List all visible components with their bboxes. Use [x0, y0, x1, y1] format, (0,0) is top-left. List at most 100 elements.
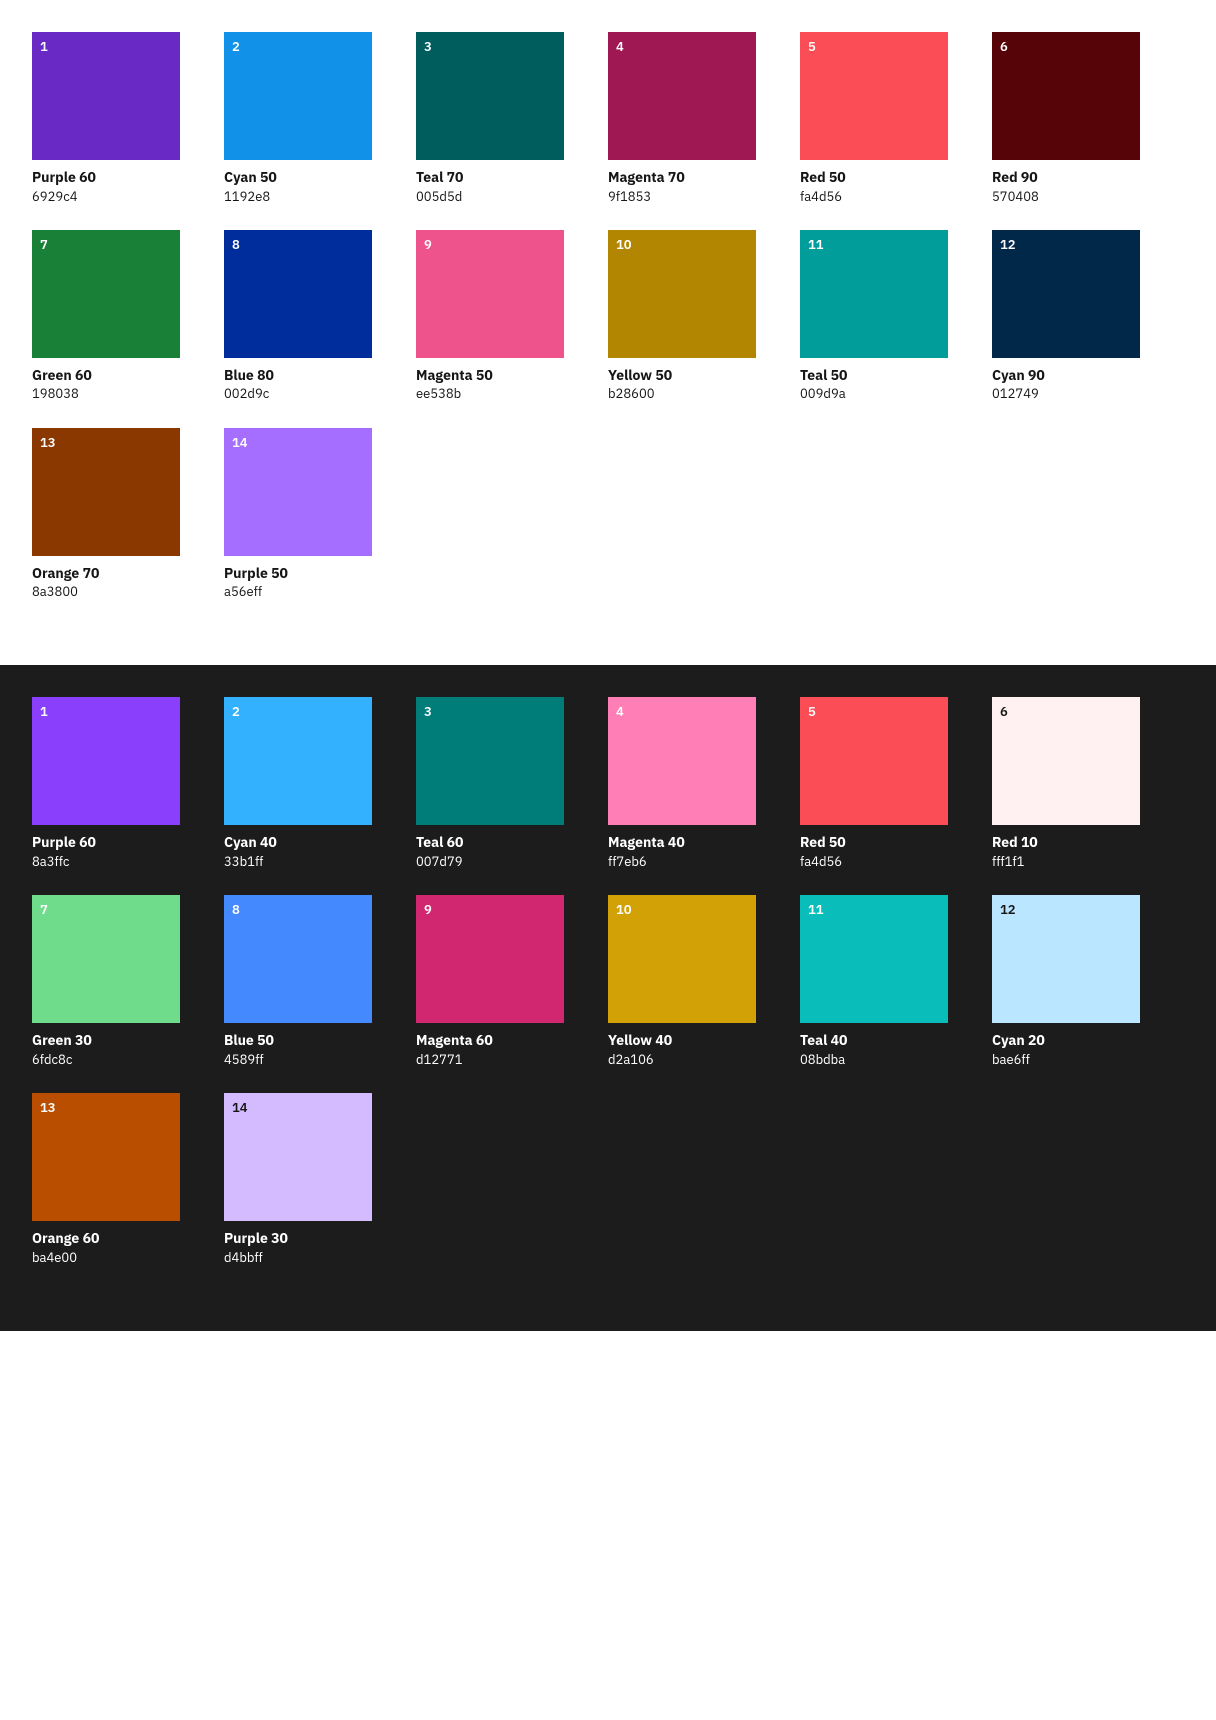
color-hex: 570408 [992, 188, 1168, 206]
color-swatch: 1 [32, 32, 180, 160]
color-hex: d4bbff [224, 1249, 400, 1267]
color-label: Magenta 60 d12771 [416, 1031, 592, 1069]
color-swatch: 11 [800, 895, 948, 1023]
color-number: 8 [232, 903, 240, 916]
color-item-9: 9 Magenta 60 d12771 [416, 895, 592, 1069]
color-item-10: 10 Yellow 50 b28600 [608, 230, 784, 404]
color-swatch: 11 [800, 230, 948, 358]
light-color-grid: 1 Purple 60 6929c4 2 Cyan 50 1192e8 3 Te… [32, 32, 1184, 625]
color-name: Orange 70 [32, 564, 208, 584]
color-number: 7 [40, 238, 48, 251]
color-name: Magenta 60 [416, 1031, 592, 1051]
color-label: Purple 50 a56eff [224, 564, 400, 602]
color-label: Teal 70 005d5d [416, 168, 592, 206]
color-item-13: 13 Orange 60 ba4e00 [32, 1093, 208, 1267]
color-item-14: 14 Purple 50 a56eff [224, 428, 400, 602]
color-hex: 198038 [32, 385, 208, 403]
dark-color-grid: 1 Purple 60 8a3ffc 2 Cyan 40 33b1ff 3 Te… [32, 697, 1184, 1290]
color-number: 7 [40, 903, 48, 916]
color-label: Green 30 6fdc8c [32, 1031, 208, 1069]
color-swatch: 2 [224, 697, 372, 825]
color-swatch: 7 [32, 895, 180, 1023]
color-label: Red 50 fa4d56 [800, 833, 976, 871]
color-hex: 8a3ffc [32, 853, 208, 871]
color-label: Cyan 20 bae6ff [992, 1031, 1168, 1069]
color-number: 12 [1000, 903, 1016, 916]
color-number: 1 [40, 705, 48, 718]
color-swatch: 14 [224, 1093, 372, 1221]
color-swatch: 6 [992, 32, 1140, 160]
color-number: 2 [232, 705, 240, 718]
color-number: 6 [1000, 40, 1008, 53]
color-hex: b28600 [608, 385, 784, 403]
color-item-4: 4 Magenta 40 ff7eb6 [608, 697, 784, 871]
color-name: Red 90 [992, 168, 1168, 188]
color-label: Teal 40 08bdba [800, 1031, 976, 1069]
color-label: Red 50 fa4d56 [800, 168, 976, 206]
color-name: Magenta 70 [608, 168, 784, 188]
color-swatch: 2 [224, 32, 372, 160]
color-number: 5 [808, 705, 816, 718]
color-name: Blue 50 [224, 1031, 400, 1051]
color-item-8: 8 Blue 80 002d9c [224, 230, 400, 404]
color-label: Red 90 570408 [992, 168, 1168, 206]
color-item-3: 3 Teal 70 005d5d [416, 32, 592, 206]
color-hex: 9f1853 [608, 188, 784, 206]
color-name: Purple 60 [32, 833, 208, 853]
color-hex: fa4d56 [800, 853, 976, 871]
color-label: Red 10 fff1f1 [992, 833, 1168, 871]
color-hex: a56eff [224, 583, 400, 601]
color-hex: 005d5d [416, 188, 592, 206]
color-label: Purple 60 6929c4 [32, 168, 208, 206]
color-swatch: 8 [224, 230, 372, 358]
color-label: Cyan 50 1192e8 [224, 168, 400, 206]
color-number: 13 [40, 436, 56, 449]
color-number: 3 [424, 40, 432, 53]
color-name: Magenta 50 [416, 366, 592, 386]
color-swatch: 13 [32, 1093, 180, 1221]
color-item-5: 5 Red 50 fa4d56 [800, 697, 976, 871]
color-swatch: 10 [608, 230, 756, 358]
color-swatch: 8 [224, 895, 372, 1023]
color-number: 9 [424, 238, 432, 251]
color-item-3: 3 Teal 60 007d79 [416, 697, 592, 871]
color-label: Purple 60 8a3ffc [32, 833, 208, 871]
color-item-2: 2 Cyan 50 1192e8 [224, 32, 400, 206]
color-swatch: 13 [32, 428, 180, 556]
color-name: Red 10 [992, 833, 1168, 853]
color-hex: d2a106 [608, 1051, 784, 1069]
color-item-12: 12 Cyan 20 bae6ff [992, 895, 1168, 1069]
color-item-10: 10 Yellow 40 d2a106 [608, 895, 784, 1069]
color-item-9: 9 Magenta 50 ee538b [416, 230, 592, 404]
color-swatch: 12 [992, 895, 1140, 1023]
color-swatch: 6 [992, 697, 1140, 825]
color-label: Yellow 50 b28600 [608, 366, 784, 404]
color-label: Purple 30 d4bbff [224, 1229, 400, 1267]
color-number: 14 [232, 436, 248, 449]
color-swatch: 9 [416, 895, 564, 1023]
color-name: Teal 60 [416, 833, 592, 853]
color-item-2: 2 Cyan 40 33b1ff [224, 697, 400, 871]
color-hex: 4589ff [224, 1051, 400, 1069]
color-number: 11 [808, 903, 824, 916]
color-name: Green 30 [32, 1031, 208, 1051]
color-hex: ba4e00 [32, 1249, 208, 1267]
color-name: Orange 60 [32, 1229, 208, 1249]
color-swatch: 4 [608, 697, 756, 825]
color-name: Green 60 [32, 366, 208, 386]
color-hex: fa4d56 [800, 188, 976, 206]
color-label: Cyan 40 33b1ff [224, 833, 400, 871]
color-swatch: 14 [224, 428, 372, 556]
color-name: Teal 70 [416, 168, 592, 188]
color-number: 11 [808, 238, 824, 251]
color-label: Teal 50 009d9a [800, 366, 976, 404]
color-name: Yellow 40 [608, 1031, 784, 1051]
color-item-6: 6 Red 10 fff1f1 [992, 697, 1168, 871]
color-swatch: 10 [608, 895, 756, 1023]
color-label: Magenta 70 9f1853 [608, 168, 784, 206]
color-swatch: 1 [32, 697, 180, 825]
color-label: Green 60 198038 [32, 366, 208, 404]
color-hex: ff7eb6 [608, 853, 784, 871]
color-swatch: 5 [800, 697, 948, 825]
color-name: Yellow 50 [608, 366, 784, 386]
